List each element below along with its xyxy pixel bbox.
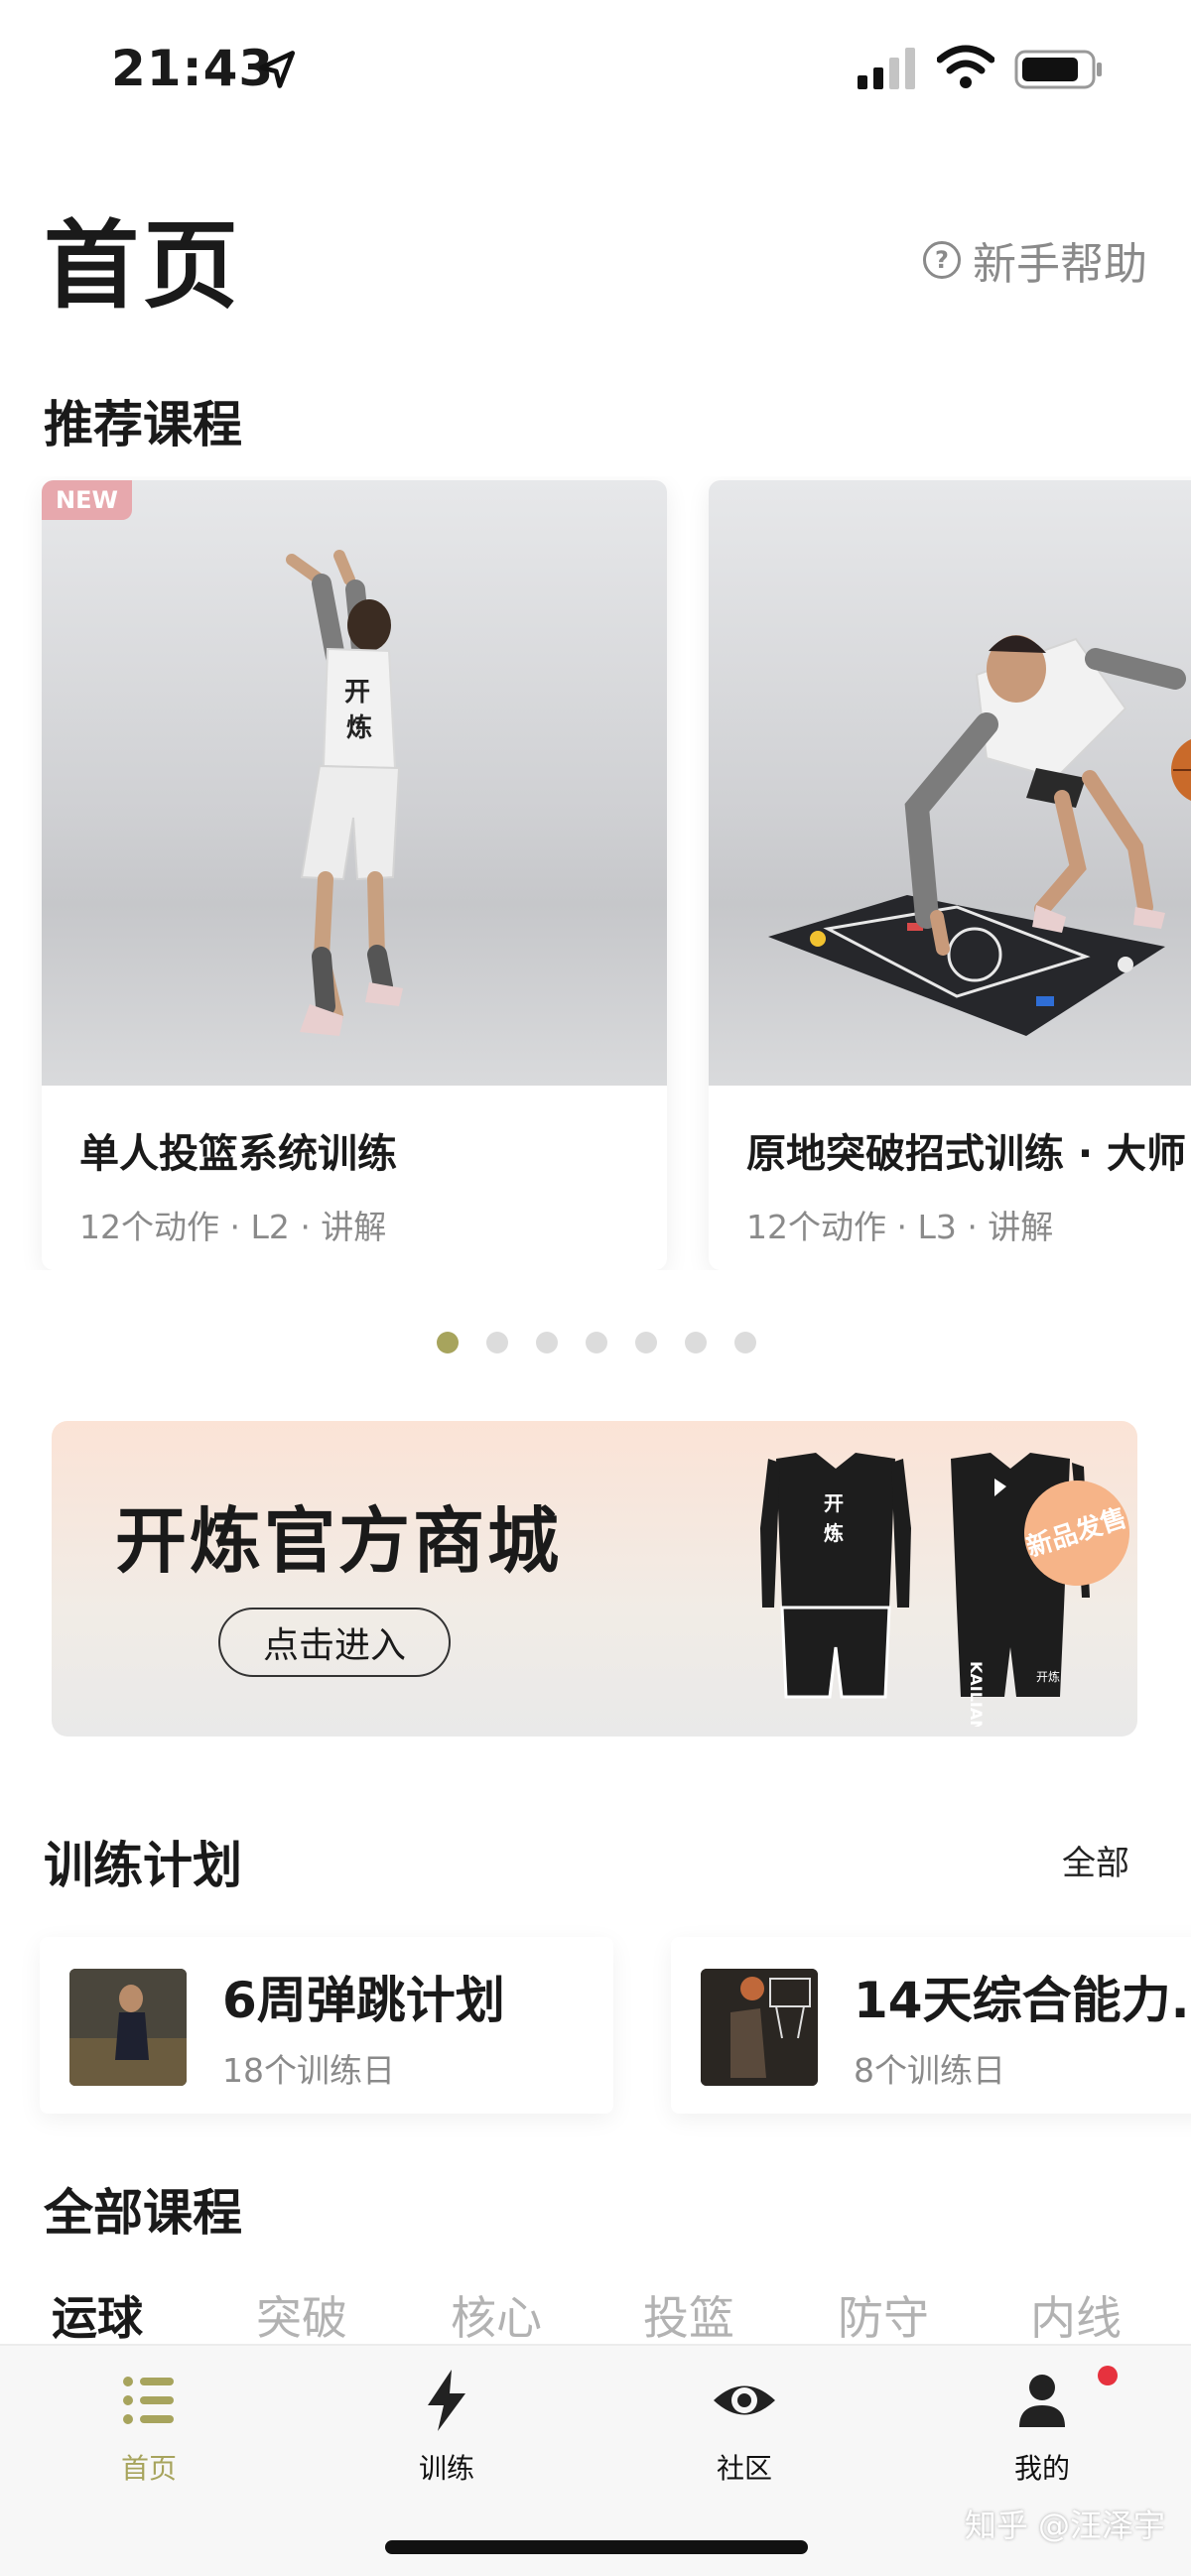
course-info: 原地突破招式训练 · 大师 12个动作 · L3 · 讲解 [709,1086,1191,1270]
plan-thumbnail [69,1969,187,2086]
jersey-text: KAILIAN [967,1661,986,1727]
cellular-signal-icon [858,48,915,89]
course-meta: 12个动作 · L3 · 讲解 [746,1208,1054,1246]
tab-shooting[interactable]: 投篮 [643,2282,734,2348]
course-card[interactable]: 开 炼 NEW 单人投篮系统训练 12个动作 · L2 · 讲解 [42,480,667,1270]
jersey-text: 开炼 [1036,1669,1060,1684]
tab-breakthrough[interactable]: 突破 [256,2282,347,2348]
plan-title: 14天综合能力... [854,1972,1191,2029]
pagination-dot[interactable] [536,1332,558,1353]
course-title: 单人投篮系统训练 [79,1131,397,1177]
help-label: 新手帮助 [973,239,1147,290]
course-image [709,480,1191,1086]
course-title: 原地突破招式训练 · 大师 [746,1131,1187,1177]
recommended-carousel[interactable]: 开 炼 NEW 单人投篮系统训练 12个动作 · L2 · 讲解 原地突破招式训… [0,476,1191,1270]
recommended-section-title: 推荐课程 [44,396,242,453]
pagination-dot[interactable] [635,1332,657,1353]
page-title: 首页 [44,210,242,322]
question-circle-icon: ? [923,241,961,279]
player-shooting-illustration: 开 炼 [286,550,403,1036]
training-plans-title: 训练计划 [44,1837,242,1894]
status-bar: 21:43 [0,0,1191,139]
mall-title: 开炼官方商城 [115,1499,563,1583]
carousel-pagination [437,1332,756,1353]
plan-title: 6周弹跳计划 [222,1972,505,2029]
enter-mall-button[interactable]: 点击进入 [218,1608,451,1677]
plan-meta: 8个训练日 [854,2051,1005,2090]
nav-home[interactable]: 首页 [50,2366,248,2487]
pagination-dot[interactable] [586,1332,607,1353]
nav-training[interactable]: 训练 [347,2366,546,2487]
eye-icon [714,2385,775,2415]
pagination-dot[interactable] [437,1332,459,1353]
all-courses-title: 全部课程 [44,2184,242,2242]
tab-core[interactable]: 核心 [451,2282,542,2348]
plan-thumbnail [701,1969,818,2086]
battery-icon [1014,50,1102,89]
home-indicator[interactable] [385,2540,808,2554]
svg-text:炼: 炼 [346,713,372,743]
new-badge: NEW [42,480,132,520]
player-dribbling-illustration [768,635,1191,1036]
watermark: 知乎 @汪泽宇 [964,2507,1165,2544]
course-card[interactable]: 原地突破招式训练 · 大师 12个动作 · L3 · 讲解 [709,480,1191,1270]
course-meta: 12个动作 · L2 · 讲解 [79,1208,387,1246]
mall-banner[interactable]: 开炼官方商城 点击进入 开炼 KAILIAN 开炼 新品发售 [52,1421,1137,1737]
plan-meta: 18个训练日 [222,2051,395,2090]
help-link[interactable]: ? 新手帮助 [923,228,1147,292]
svg-text:开: 开 [344,678,370,708]
course-image: 开 炼 [42,480,667,1086]
tab-dribble[interactable]: 运球 [52,2282,143,2348]
lightning-icon [428,2370,465,2431]
person-icon [1019,2375,1065,2427]
plan-card[interactable]: 6周弹跳计划 18个训练日 [40,1937,613,2114]
course-info: 单人投篮系统训练 12个动作 · L2 · 讲解 [42,1086,667,1270]
notification-dot [1098,2366,1118,2385]
nav-label: 社区 [716,2452,772,2485]
tab-post[interactable]: 内线 [1030,2282,1122,2348]
pagination-dot[interactable] [685,1332,707,1353]
status-time: 21:43 [111,40,275,97]
all-plans-link[interactable]: 全部 [1062,1836,1129,1884]
pagination-dot[interactable] [486,1332,508,1353]
plan-card[interactable]: 14天综合能力... 8个训练日 [671,1937,1191,2114]
list-icon [123,2377,174,2424]
wifi-icon [937,45,994,88]
pagination-dot[interactable] [734,1332,756,1353]
nav-label: 训练 [418,2452,474,2485]
location-arrow-icon [259,51,296,88]
nav-label: 首页 [120,2452,177,2485]
tab-defense[interactable]: 防守 [838,2282,929,2348]
nav-label: 我的 [1013,2452,1070,2485]
nav-community[interactable]: 社区 [645,2366,844,2487]
